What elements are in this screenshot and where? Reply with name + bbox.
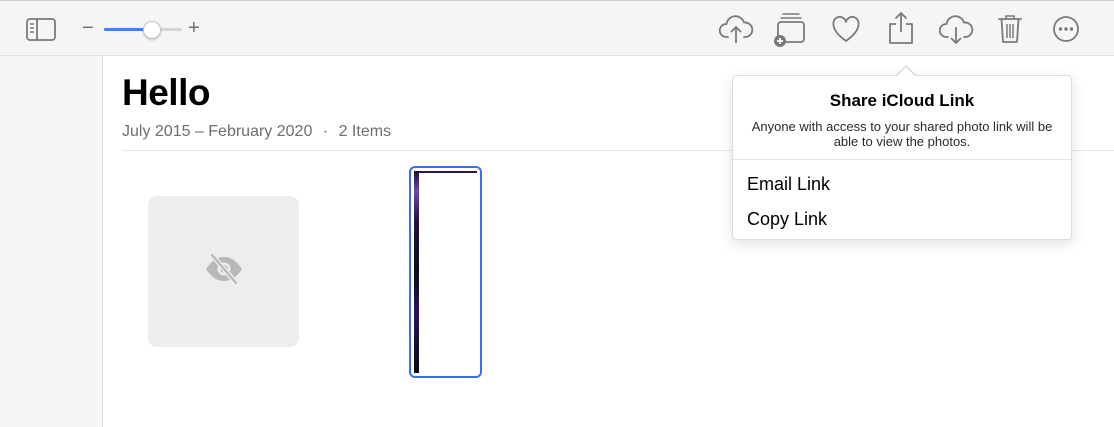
- share-icon[interactable]: [886, 11, 916, 45]
- selected-photo-tile[interactable]: [409, 166, 482, 378]
- subtitle-separator: ·: [322, 123, 329, 140]
- heart-icon[interactable]: [830, 15, 862, 45]
- popover-arrow: [896, 66, 916, 77]
- upload-icon[interactable]: [718, 12, 754, 46]
- hidden-photo-tile[interactable]: [148, 196, 299, 347]
- album-date-range: July 2015 – February 2020: [122, 123, 313, 140]
- more-icon[interactable]: [1051, 14, 1081, 44]
- popover-divider: [733, 159, 1071, 160]
- zoom-out-button[interactable]: −: [82, 17, 94, 39]
- popover-description: Anyone with access to your shared photo …: [751, 119, 1053, 149]
- copy-link-button[interactable]: Copy Link: [747, 209, 827, 230]
- zoom-in-button[interactable]: +: [188, 17, 200, 39]
- trash-icon[interactable]: [996, 12, 1024, 46]
- add-to-album-icon[interactable]: [772, 10, 810, 48]
- sidebar: [0, 56, 103, 427]
- sidebar-toggle-icon[interactable]: [24, 15, 58, 43]
- share-icloud-popover: Share iCloud Link Anyone with access to …: [732, 75, 1072, 240]
- toolbar: − +: [0, 0, 1114, 56]
- photo-thumbnail: [414, 171, 477, 373]
- popover-title: Share iCloud Link: [829, 91, 975, 110]
- zoom-slider[interactable]: [104, 21, 182, 39]
- photo-top-edge: [414, 171, 477, 173]
- email-link-button[interactable]: Email Link: [747, 174, 830, 195]
- album-item-count: 2 Items: [338, 123, 392, 140]
- eye-slash-icon: [203, 252, 245, 291]
- download-icon[interactable]: [938, 12, 974, 46]
- zoom-slider-thumb[interactable]: [142, 21, 161, 39]
- album-subtitle: July 2015 – February 2020 · 2 Items: [122, 123, 391, 141]
- photo-dark-strip: [414, 171, 419, 373]
- album-title: Hello: [122, 72, 210, 113]
